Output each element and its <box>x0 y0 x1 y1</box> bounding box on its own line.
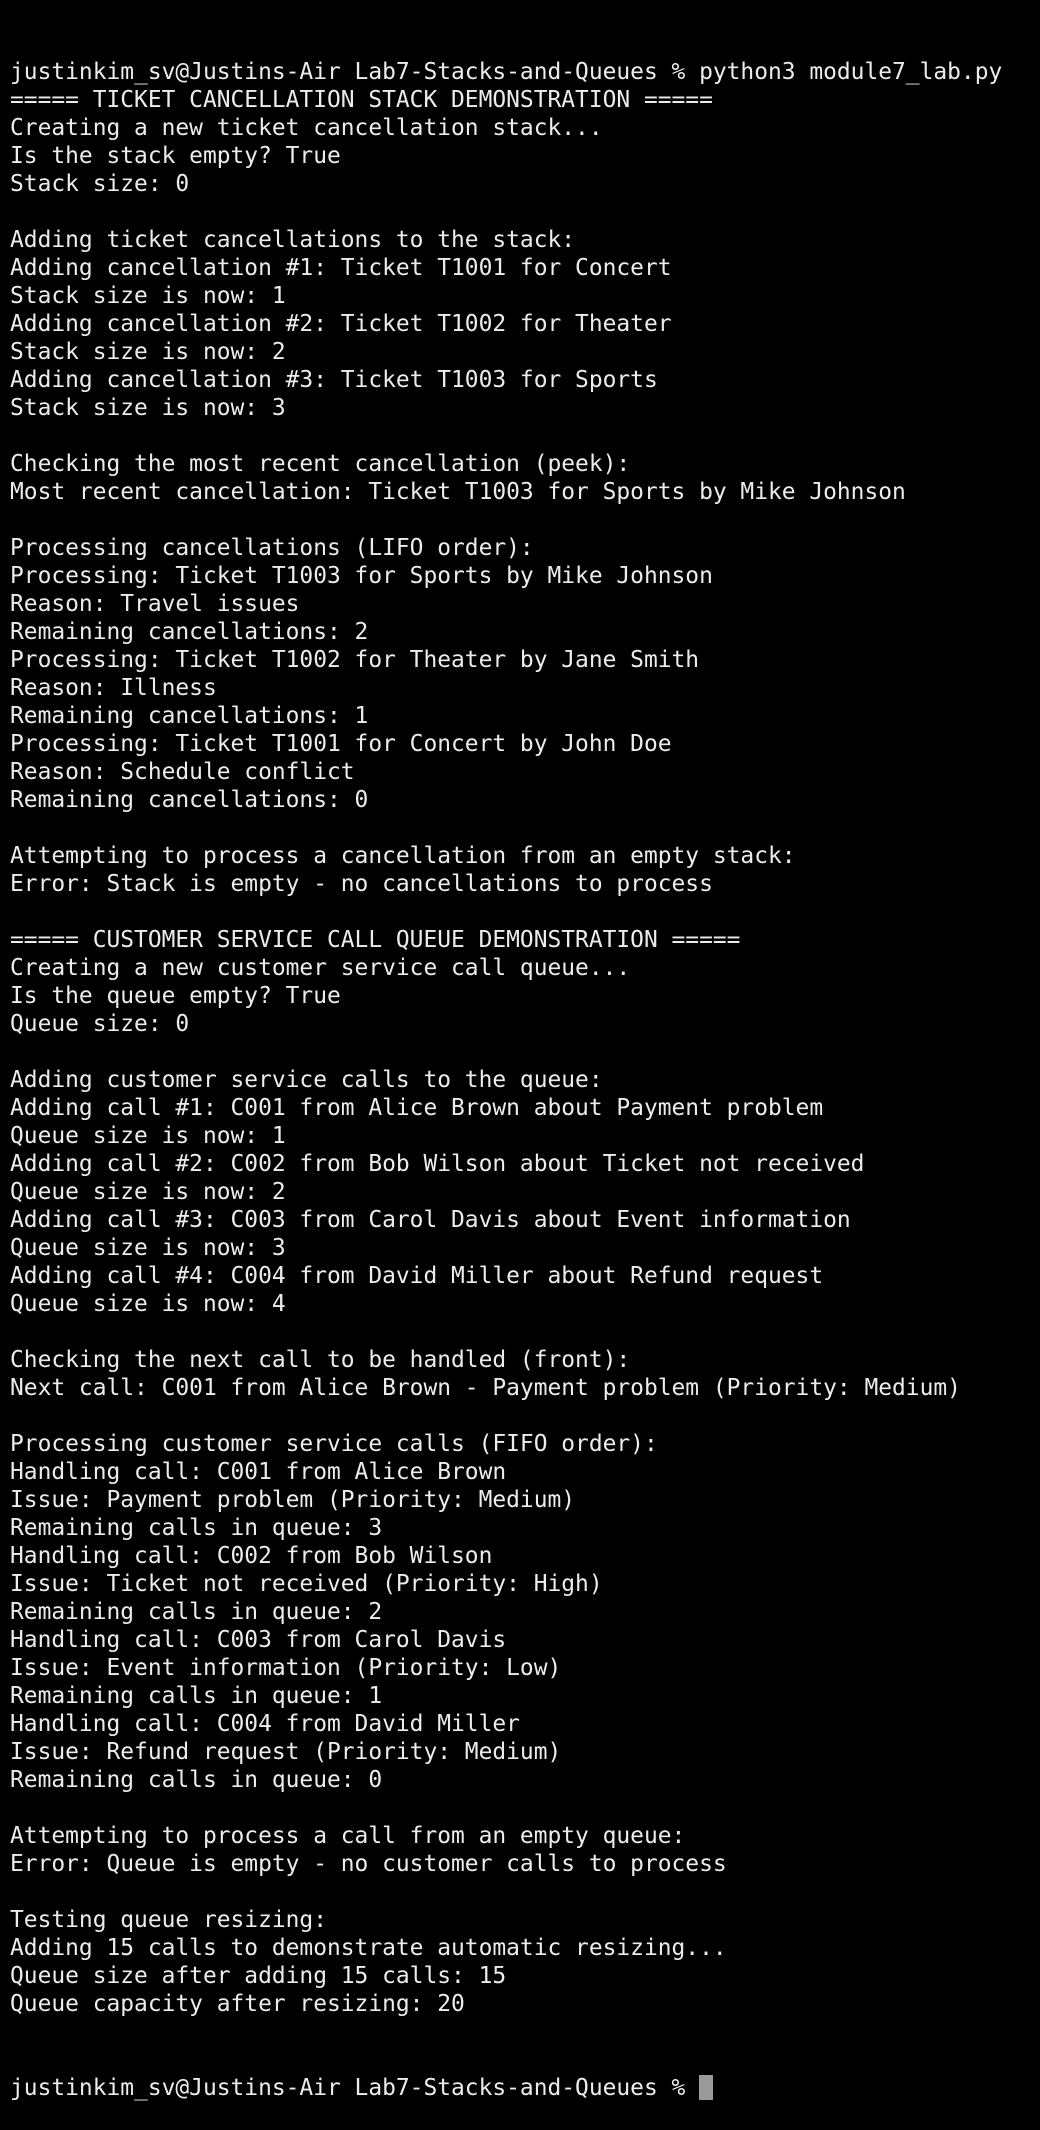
output-line: Issue: Payment problem (Priority: Medium… <box>10 1487 576 1513</box>
output-line: Creating a new ticket cancellation stack… <box>10 115 603 141</box>
output-line: Adding cancellation #2: Ticket T1002 for… <box>10 311 672 337</box>
output-line: Stack size is now: 2 <box>10 339 286 365</box>
output-line: Processing cancellations (LIFO order): <box>10 535 534 561</box>
prompt-line[interactable]: justinkim_sv@Justins-Air Lab7-Stacks-and… <box>10 2074 1040 2102</box>
output-line: justinkim_sv@Justins-Air Lab7-Stacks-and… <box>10 59 1003 85</box>
output-line: Remaining calls in queue: 2 <box>10 1599 383 1625</box>
output-line: ===== TICKET CANCELLATION STACK DEMONSTR… <box>10 87 713 113</box>
shell-prompt: justinkim_sv@Justins-Air Lab7-Stacks-and… <box>10 2075 700 2101</box>
output-line: Issue: Event information (Priority: Low) <box>10 1655 562 1681</box>
output-line: Issue: Refund request (Priority: Medium) <box>10 1739 562 1765</box>
output-line: Issue: Ticket not received (Priority: Hi… <box>10 1571 603 1597</box>
output-line: Handling call: C002 from Bob Wilson <box>10 1543 493 1569</box>
output-line: Reason: Travel issues <box>10 591 300 617</box>
output-line: Adding call #2: C002 from Bob Wilson abo… <box>10 1151 865 1177</box>
output-line: Most recent cancellation: Ticket T1003 f… <box>10 479 906 505</box>
output-line: Handling call: C003 from Carol Davis <box>10 1627 507 1653</box>
output-line: Queue capacity after resizing: 20 <box>10 1991 465 2017</box>
output-line: ===== CUSTOMER SERVICE CALL QUEUE DEMONS… <box>10 927 741 953</box>
output-line: Queue size: 0 <box>10 1011 190 1037</box>
terminal-output: justinkim_sv@Justins-Air Lab7-Stacks-and… <box>10 58 1040 2018</box>
output-line: Queue size is now: 3 <box>10 1235 286 1261</box>
output-line: Adding call #4: C004 from David Miller a… <box>10 1263 824 1289</box>
output-line: Error: Stack is empty - no cancellations… <box>10 871 713 897</box>
output-line: Adding ticket cancellations to the stack… <box>10 227 576 253</box>
output-line: Handling call: C004 from David Miller <box>10 1711 520 1737</box>
output-line: Queue size is now: 1 <box>10 1123 286 1149</box>
output-line: Adding customer service calls to the que… <box>10 1067 603 1093</box>
cursor <box>699 2075 714 2100</box>
output-line: Remaining calls in queue: 1 <box>10 1683 383 1709</box>
output-line: Attempting to process a cancellation fro… <box>10 843 796 869</box>
output-line: Handling call: C001 from Alice Brown <box>10 1459 507 1485</box>
output-line: Testing queue resizing: <box>10 1907 327 1933</box>
output-line: Adding call #1: C001 from Alice Brown ab… <box>10 1095 824 1121</box>
output-line: Checking the next call to be handled (fr… <box>10 1347 631 1373</box>
output-line: Reason: Schedule conflict <box>10 759 355 785</box>
output-line: Processing: Ticket T1001 for Concert by … <box>10 731 672 757</box>
output-line: Is the queue empty? True <box>10 983 341 1009</box>
output-line: Reason: Illness <box>10 675 217 701</box>
output-line: Processing customer service calls (FIFO … <box>10 1431 658 1457</box>
output-line: Queue size is now: 4 <box>10 1291 286 1317</box>
output-line: Error: Queue is empty - no customer call… <box>10 1851 727 1877</box>
output-line: Remaining calls in queue: 0 <box>10 1767 383 1793</box>
output-line: Adding cancellation #1: Ticket T1001 for… <box>10 255 672 281</box>
output-line: Next call: C001 from Alice Brown - Payme… <box>10 1375 961 1401</box>
output-line: Checking the most recent cancellation (p… <box>10 451 631 477</box>
output-line: Is the stack empty? True <box>10 143 341 169</box>
output-line: Creating a new customer service call que… <box>10 955 631 981</box>
output-line: Processing: Ticket T1002 for Theater by … <box>10 647 700 673</box>
output-line: Remaining calls in queue: 3 <box>10 1515 383 1541</box>
output-line: Remaining cancellations: 2 <box>10 619 369 645</box>
output-line: Attempting to process a call from an emp… <box>10 1823 686 1849</box>
terminal-window[interactable]: justinkim_sv@Justins-Air Lab7-Stacks-and… <box>10 2 1040 2101</box>
output-line: Remaining cancellations: 0 <box>10 787 369 813</box>
output-line: Queue size is now: 2 <box>10 1179 286 1205</box>
output-line: Stack size: 0 <box>10 171 190 197</box>
output-line: Stack size is now: 1 <box>10 283 286 309</box>
output-line: Remaining cancellations: 1 <box>10 703 369 729</box>
output-line: Queue size after adding 15 calls: 15 <box>10 1963 507 1989</box>
output-line: Processing: Ticket T1003 for Sports by M… <box>10 563 713 589</box>
output-line: Stack size is now: 3 <box>10 395 286 421</box>
output-line: Adding cancellation #3: Ticket T1003 for… <box>10 367 658 393</box>
output-line: Adding 15 calls to demonstrate automatic… <box>10 1935 727 1961</box>
output-line: Adding call #3: C003 from Carol Davis ab… <box>10 1207 851 1233</box>
